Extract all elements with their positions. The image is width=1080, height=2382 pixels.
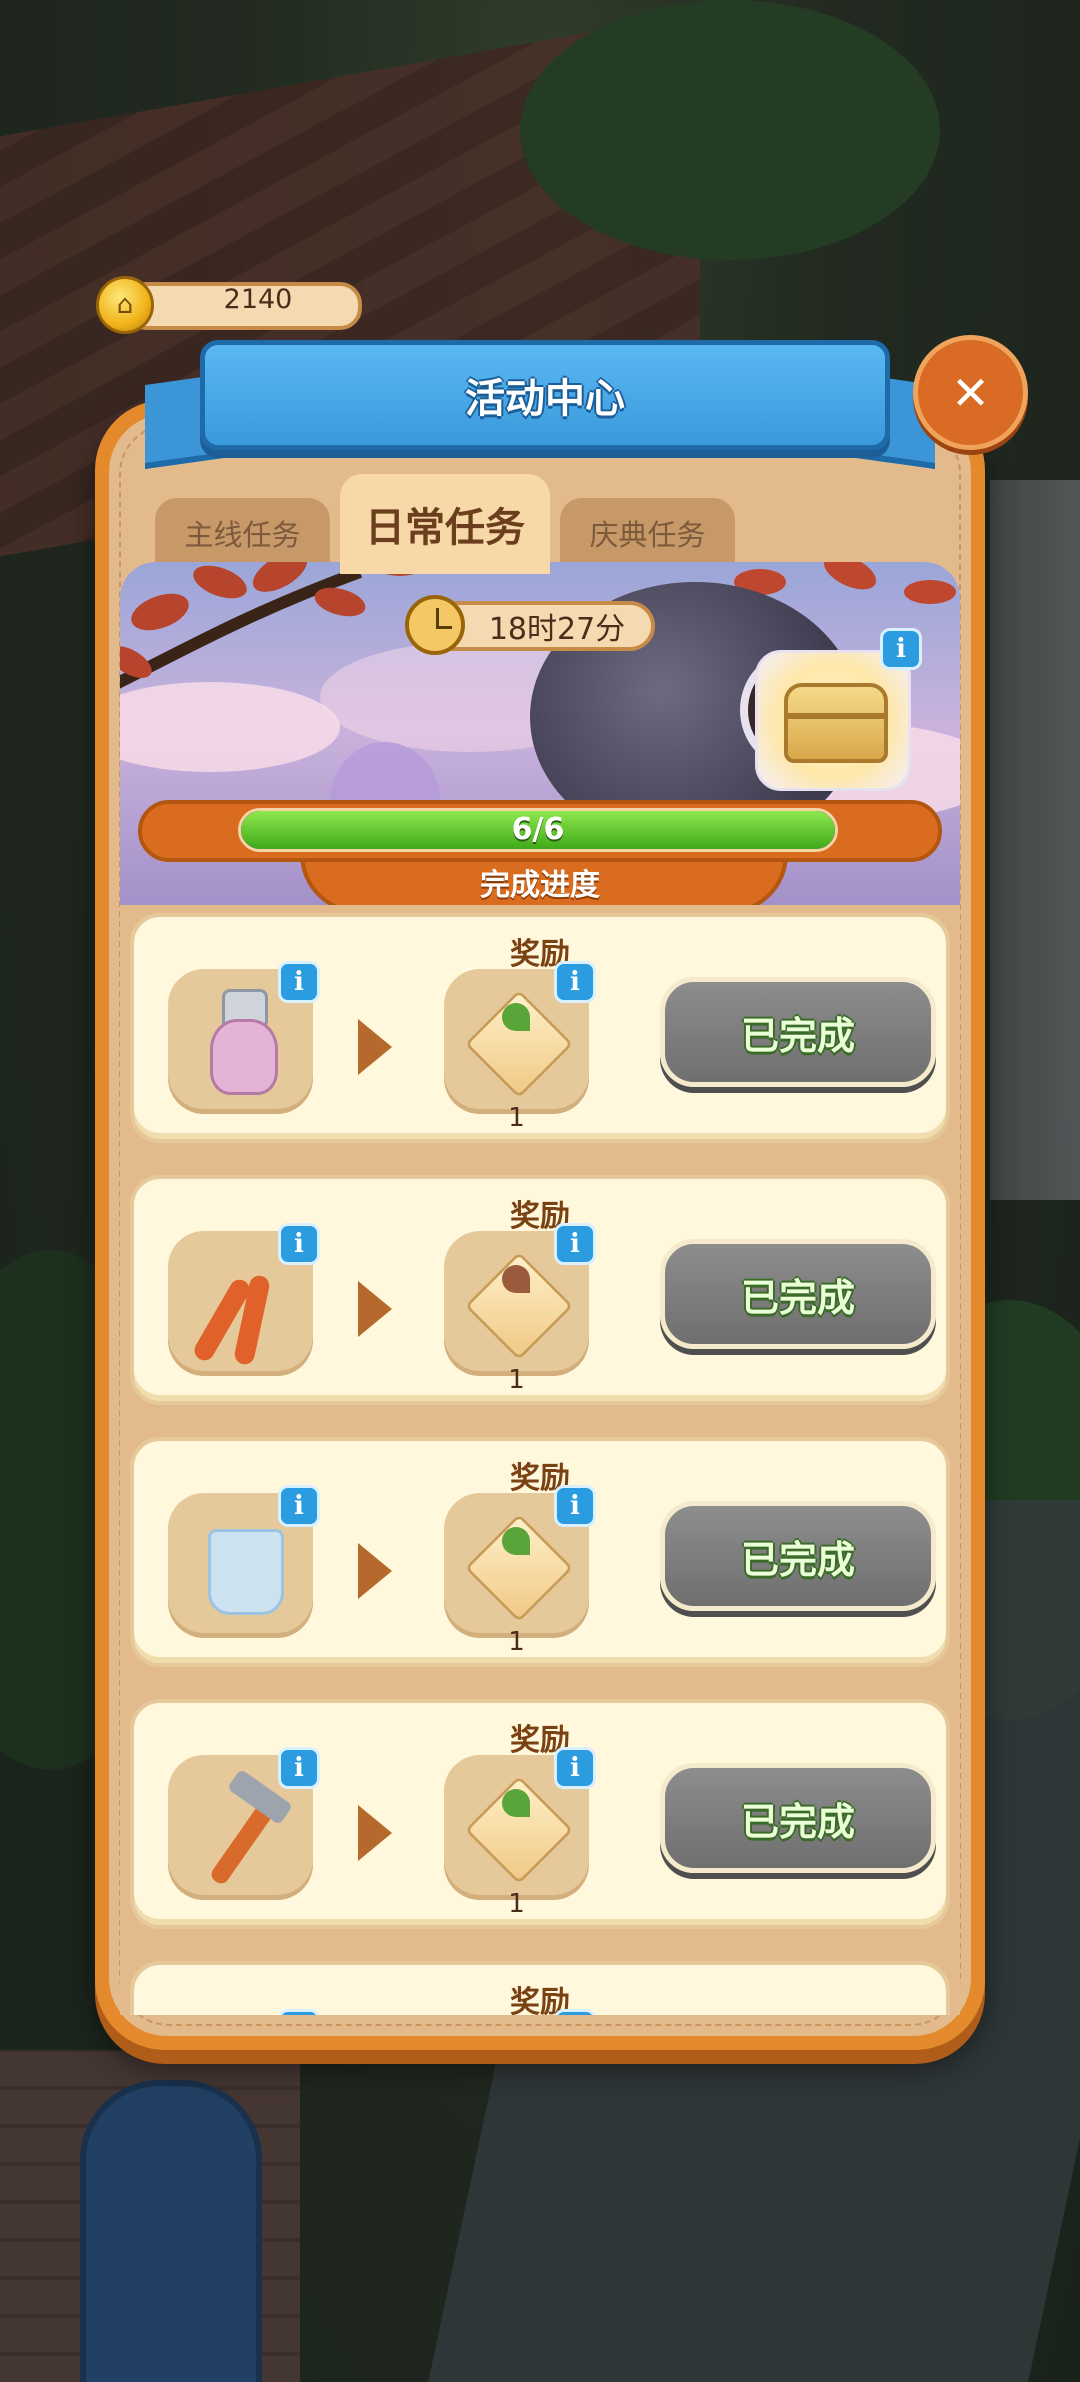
title-ribbon: 活动中心 — [200, 340, 890, 450]
reward-count: 1 — [508, 1103, 525, 1133]
reward-count: 1 — [508, 1627, 525, 1657]
close-icon: ✕ — [951, 365, 990, 420]
item-info-icon[interactable]: i — [278, 2009, 320, 2015]
treasure-chest-icon — [784, 683, 888, 763]
clock-icon — [405, 595, 465, 655]
reward-info-icon[interactable]: i — [554, 2009, 596, 2015]
completed-button[interactable]: 已完成 — [660, 1239, 936, 1349]
close-button[interactable]: ✕ — [913, 335, 1028, 450]
arrow-right-icon — [358, 1805, 392, 1861]
reward-chest-button[interactable] — [755, 650, 911, 791]
reward-info-icon[interactable]: i — [554, 961, 596, 1003]
chest-info-icon[interactable]: i — [880, 628, 922, 670]
item-info-icon[interactable]: i — [278, 1223, 320, 1265]
arrow-right-icon — [358, 1281, 392, 1337]
progress-label: 完成进度 — [480, 868, 600, 903]
house-coin-icon: ⌂ — [96, 276, 154, 334]
task-card: 奖励 i i 1 已完成 — [130, 1699, 950, 1929]
currency-value: 2140 — [223, 284, 293, 315]
task-reward-title: 奖励 — [510, 1199, 570, 1234]
tab-main-quests[interactable]: 主线任务 — [155, 498, 330, 568]
task-list[interactable]: 奖励 i i 1 已完成 奖励 i i 1 已完成 奖励 i i 1 已完成 奖… — [120, 905, 960, 2015]
task-reward-title: 奖励 — [510, 937, 570, 972]
panel-title: 活动中心 — [465, 376, 625, 422]
task-card: 奖励 i i 1 已完成 — [130, 913, 950, 1143]
progress-text: 6/6 — [511, 812, 565, 847]
item-info-icon[interactable]: i — [278, 1747, 320, 1789]
task-reward-title: 奖励 — [510, 1723, 570, 1758]
reward-info-icon[interactable]: i — [554, 1747, 596, 1789]
task-reward-title: 奖励 — [510, 1461, 570, 1496]
tab-daily-quests[interactable]: 日常任务 — [340, 474, 550, 574]
currency-counter: 2140 ⌂ — [96, 276, 362, 334]
reward-count: 1 — [508, 1889, 525, 1919]
task-card: 奖励 i i 1 已完成 — [130, 1437, 950, 1667]
event-timer: 18时27分 — [405, 595, 655, 657]
autumn-branch — [120, 562, 428, 689]
arrow-right-icon — [358, 1019, 392, 1075]
task-card: 奖励 i i 1 已完成 — [130, 1175, 950, 1405]
task-reward-title: 奖励 — [510, 1985, 570, 2015]
task-card: 奖励 i i — [130, 1961, 950, 2015]
arrow-right-icon — [358, 1543, 392, 1599]
completed-button[interactable]: 已完成 — [660, 977, 936, 1087]
reward-info-icon[interactable]: i — [554, 1485, 596, 1527]
completed-button[interactable]: 已完成 — [660, 1763, 936, 1873]
completed-button[interactable]: 已完成 — [660, 1501, 936, 1611]
item-info-icon[interactable]: i — [278, 961, 320, 1003]
reward-count: 1 — [508, 1365, 525, 1395]
reward-info-icon[interactable]: i — [554, 1223, 596, 1265]
tab-celebration-quests[interactable]: 庆典任务 — [560, 498, 735, 568]
item-info-icon[interactable]: i — [278, 1485, 320, 1527]
